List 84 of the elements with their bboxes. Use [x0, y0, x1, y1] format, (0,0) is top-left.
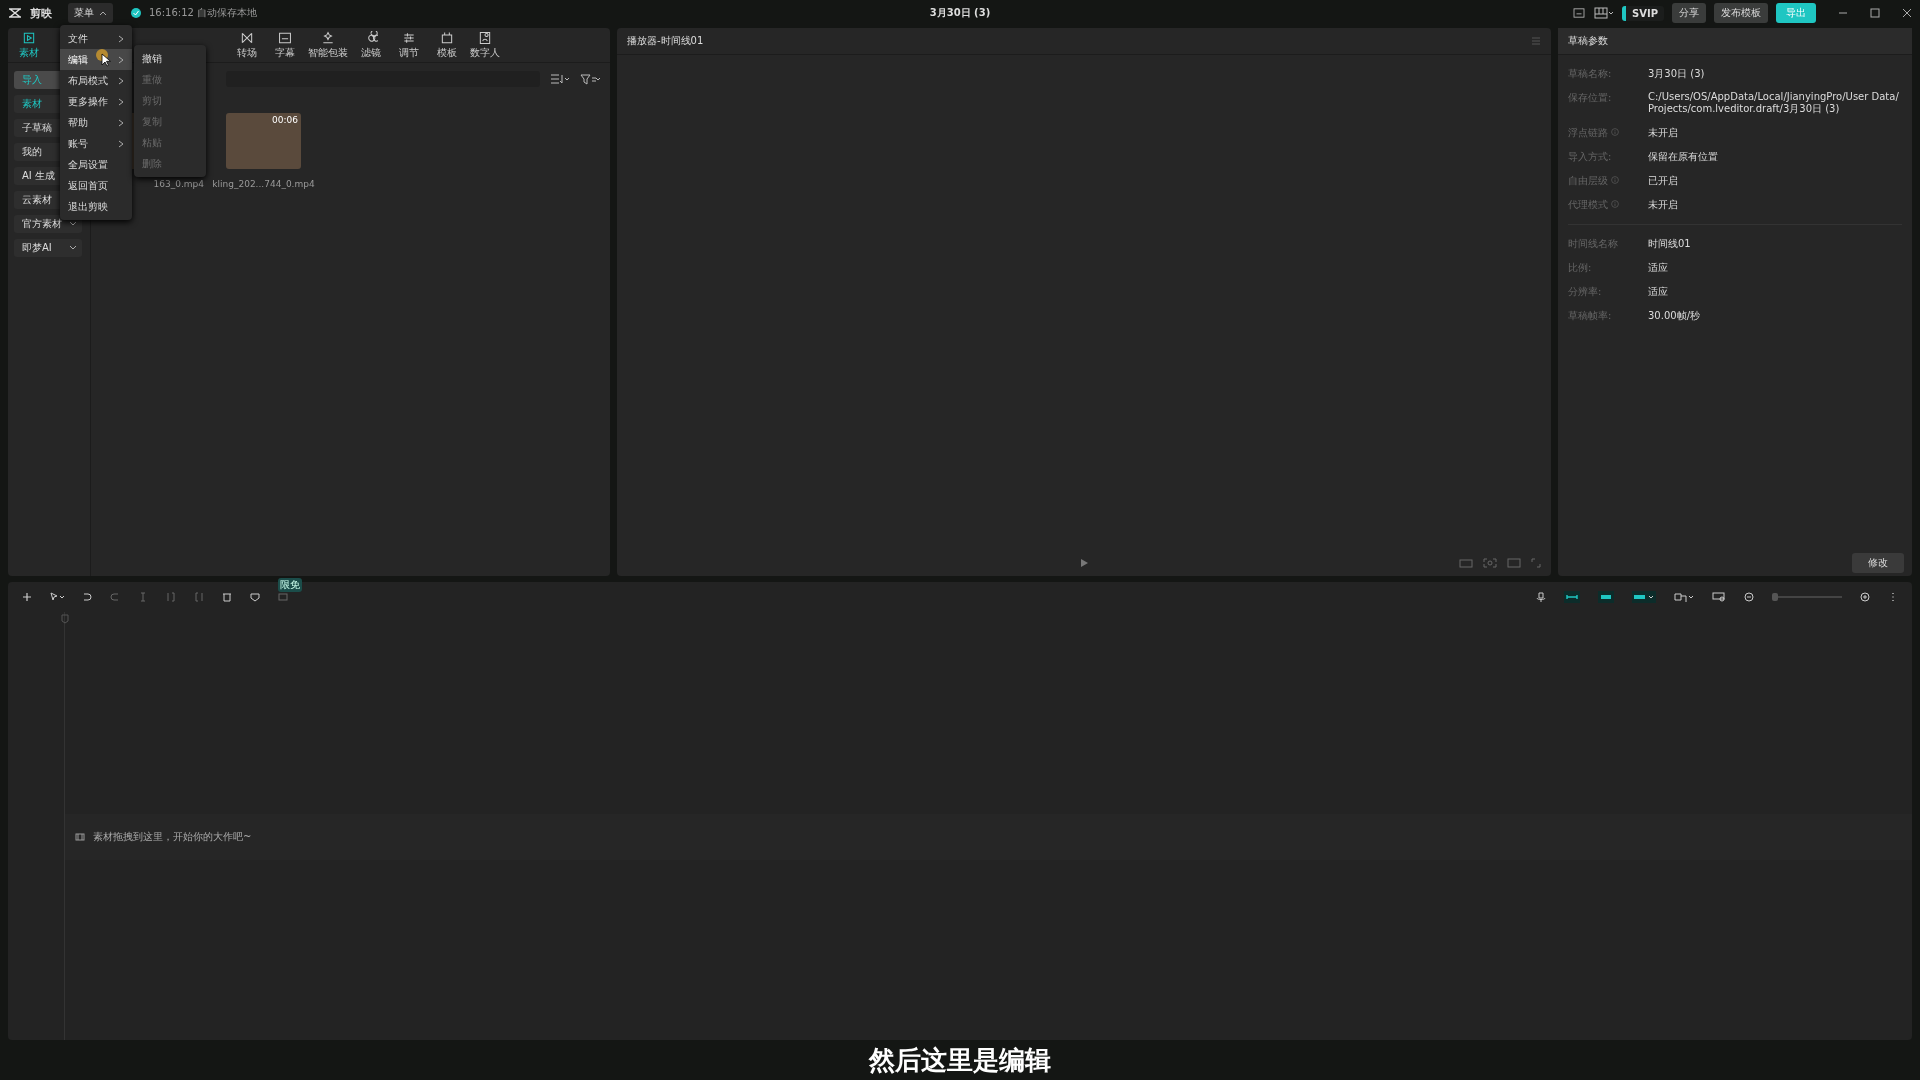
window-title: 3月30日 (3)	[929, 6, 991, 20]
toolbar-tab[interactable]: 调节	[394, 30, 424, 60]
svip-badge[interactable]: SVIP	[1622, 5, 1664, 21]
snap-toggle-icon[interactable]	[1598, 591, 1614, 603]
person-icon	[478, 30, 492, 45]
chevron-right-icon	[118, 118, 124, 127]
sparkle-icon	[321, 30, 335, 45]
chevron-right-icon	[118, 76, 124, 85]
slider-thumb[interactable]	[1772, 593, 1778, 601]
layout-icon[interactable]	[1594, 7, 1614, 19]
filter-icon[interactable]	[580, 73, 600, 85]
chevron-right-icon	[118, 55, 124, 64]
track-mode-icon[interactable]	[1674, 591, 1694, 603]
maximize-icon[interactable]	[1870, 8, 1880, 18]
property-value: 未开启	[1648, 126, 1678, 140]
menu-button[interactable]: 菜单	[68, 3, 113, 23]
subtitle-icon	[278, 30, 292, 45]
bowtie-icon	[240, 30, 254, 45]
video-thumbnail-placeholder[interactable]: 00:06	[226, 113, 301, 169]
redo-icon[interactable]	[110, 592, 120, 602]
close-icon[interactable]	[1902, 8, 1912, 18]
zoom-in-icon[interactable]	[1860, 592, 1870, 602]
property-value: 保留在原有位置	[1648, 150, 1718, 164]
property-value: 30.00帧/秒	[1648, 309, 1700, 323]
chevron-right-icon	[118, 139, 124, 148]
link-toggle-icon[interactable]	[1564, 591, 1580, 603]
toolbar-tab[interactable]: 转场	[232, 30, 262, 60]
timeline-hint: 素材拖拽到这里，开始你的大作吧~	[93, 830, 252, 844]
chevron-down-icon	[69, 245, 77, 251]
badge: 限免	[278, 578, 302, 592]
property-value: 已开启	[1648, 174, 1678, 188]
toolbar-tab[interactable]: 滤镜	[356, 30, 386, 60]
app-name: 剪映	[30, 5, 52, 21]
chevron-down-icon	[69, 221, 77, 227]
toolbar-tab[interactable]: 字幕	[270, 30, 300, 60]
sidebar-item[interactable]: 即梦AI	[14, 239, 82, 257]
property-value: 3月30日 (3)	[1648, 67, 1705, 81]
duration-label: 00:06	[272, 115, 298, 125]
property-label: 比例:	[1568, 261, 1592, 275]
play-icon	[22, 30, 36, 45]
add-icon[interactable]	[22, 592, 32, 602]
property-value: 适应	[1648, 261, 1668, 275]
toolbar-tab[interactable]: 素材	[14, 30, 44, 60]
sort-icon[interactable]	[550, 73, 570, 85]
submenu-item[interactable]: 撤销	[134, 48, 206, 69]
subtitle-icon[interactable]	[1572, 8, 1586, 18]
file-name: 163_0.mp4	[153, 179, 204, 189]
shield-icon[interactable]	[250, 592, 260, 602]
toolbar-tab[interactable]: 数字人	[470, 30, 500, 60]
file-name: kling_202...744_0.mp4	[212, 179, 315, 189]
board-icon	[440, 30, 454, 45]
menu-item[interactable]: 编辑	[60, 49, 132, 70]
publish-template-button[interactable]: 发布模板	[1714, 3, 1768, 23]
toolbar-tab[interactable]: 模板	[432, 30, 462, 60]
check-icon	[131, 8, 141, 18]
undo-icon[interactable]	[82, 592, 92, 602]
property-value: C:/Users/OS/AppData/Local/JianyingPro/User Data/Projects/com.lveditor.draft/3月30日 (3)	[1648, 91, 1900, 116]
property-value: 适应	[1648, 285, 1668, 299]
autosave-status: 16:16:12 自动保存本地	[149, 6, 258, 20]
preview-toggle-icon[interactable]	[1632, 591, 1656, 603]
film-icon	[75, 832, 85, 842]
cursor-tool-icon[interactable]	[50, 592, 64, 602]
zoom-out-icon[interactable]	[1744, 592, 1754, 602]
caret-icon	[99, 10, 107, 16]
properties-title: 草稿参数	[1568, 34, 1608, 48]
sidebar-item[interactable]: 官方素材	[14, 215, 82, 233]
chevron-right-icon	[118, 34, 124, 43]
video-caption: 然后这里是编辑	[869, 1043, 1051, 1077]
toolbar-tab[interactable]: 智能包装	[308, 30, 348, 60]
zoom-slider[interactable]	[1772, 593, 1842, 601]
play-icon[interactable]	[1079, 558, 1089, 568]
share-button[interactable]: 分享	[1672, 3, 1706, 23]
microphone-icon[interactable]	[1536, 592, 1546, 602]
mouse-cursor-icon	[96, 49, 112, 67]
property-value: 时间线01	[1648, 237, 1691, 251]
sliders-icon	[402, 30, 416, 45]
modify-button[interactable]: 修改	[1852, 553, 1904, 573]
delete-icon[interactable]	[222, 592, 232, 602]
preview-axis-icon[interactable]	[1712, 592, 1726, 602]
property-value: 未开启	[1648, 198, 1678, 212]
player-title: 播放器-时间线01	[627, 34, 704, 48]
app-logo-icon	[8, 7, 22, 19]
menu-item[interactable]: 文件	[60, 28, 132, 49]
chevron-right-icon	[118, 97, 124, 106]
